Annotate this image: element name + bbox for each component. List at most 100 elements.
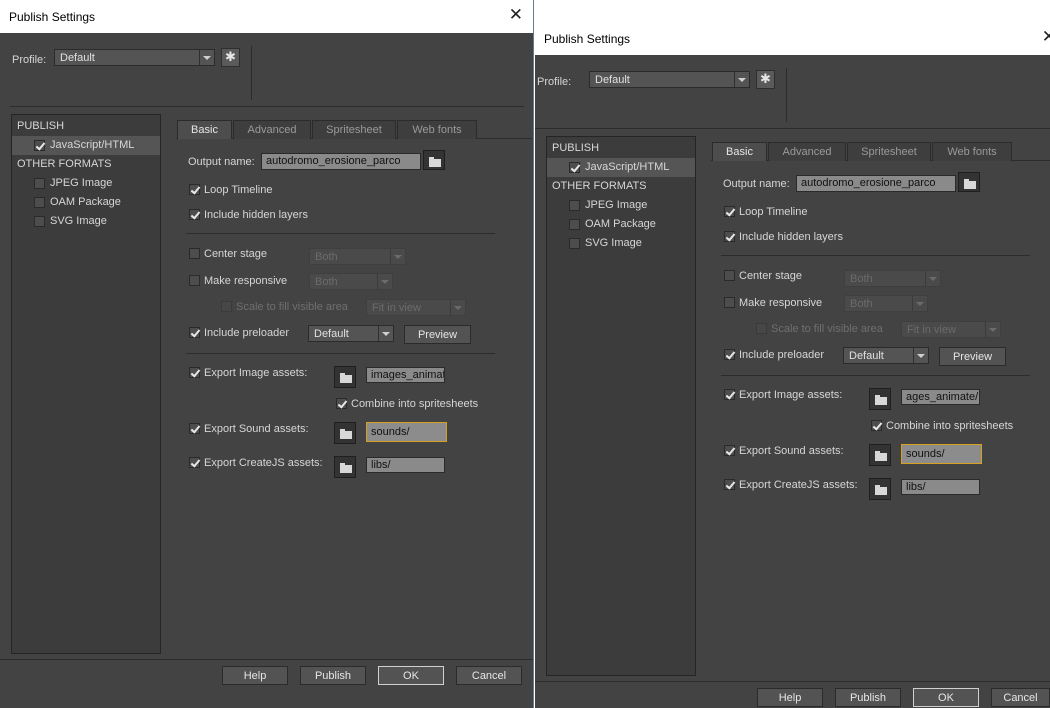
preview-button[interactable]: Preview [939,347,1006,366]
center-stage-label: Center stage [739,270,802,282]
combine-checkbox[interactable] [336,398,347,409]
center-stage-select[interactable]: Both [309,248,406,265]
export-createjs-checkbox[interactable] [724,479,735,490]
make-responsive-select[interactable]: Both [309,273,393,290]
checkbox[interactable] [569,162,580,173]
ok-button[interactable]: OK [913,688,979,707]
publish-button[interactable]: Publish [300,666,366,685]
tab-advanced[interactable]: Advanced [768,142,846,161]
image-path-input[interactable]: images_animate [366,367,445,383]
divider [251,46,252,100]
export-sound-checkbox[interactable] [189,423,200,434]
preview-button[interactable]: Preview [404,325,471,344]
dialog-title: Publish Settings [9,10,96,24]
tab-basic[interactable]: Basic [177,120,232,139]
publish-settings-dialog-2: Publish Settings ✕ Profile: Default PUBL… [535,22,1050,708]
output-name-label: Output name: [188,156,255,168]
center-stage-checkbox[interactable] [189,248,200,259]
scale-fill-select[interactable]: Fit in view [366,299,466,316]
gear-icon[interactable] [221,48,240,67]
createjs-path-input[interactable]: libs/ [901,479,980,495]
output-name-input[interactable]: autodromo_erosione_parco [796,175,956,192]
cancel-button[interactable]: Cancel [991,688,1050,707]
folder-icon[interactable] [869,478,891,500]
tab-web-fonts[interactable]: Web fonts [397,120,477,139]
sidebar-item-svg[interactable]: SVG Image [547,234,695,253]
make-responsive-select[interactable]: Both [844,295,928,312]
loop-timeline-checkbox[interactable] [189,184,200,195]
checkbox[interactable] [34,216,45,227]
createjs-path-input[interactable]: libs/ [366,457,445,473]
center-stage-select[interactable]: Both [844,270,941,287]
include-hidden-checkbox[interactable] [724,231,735,242]
other-formats-header: OTHER FORMATS [17,158,112,170]
tab-spritesheet[interactable]: Spritesheet [312,120,396,139]
checkbox[interactable] [569,238,580,249]
cancel-button[interactable]: Cancel [456,666,522,685]
sidebar-item-svg[interactable]: SVG Image [12,212,160,231]
divider [186,233,495,234]
checkbox[interactable] [569,200,580,211]
sidebar-item-oam[interactable]: OAM Package [547,215,695,234]
sidebar-item-javascript-html[interactable]: JavaScript/HTML [12,136,160,155]
include-preloader-label: Include preloader [739,349,825,361]
sidebar-item-oam[interactable]: OAM Package [12,193,160,212]
image-path-input[interactable]: ages_animate/ [901,389,980,405]
preloader-select[interactable]: Default [843,347,929,364]
export-sound-label: Export Sound assets: [739,445,844,457]
folder-icon[interactable] [958,172,980,192]
sidebar-item-jpeg[interactable]: JPEG Image [547,196,695,215]
tab-web-fonts[interactable]: Web fonts [932,142,1012,161]
checkbox[interactable] [34,140,45,151]
folder-icon[interactable] [334,422,356,444]
export-createjs-checkbox[interactable] [189,457,200,468]
scale-fill-select[interactable]: Fit in view [901,321,1001,338]
ok-button[interactable]: OK [378,666,444,685]
gear-icon[interactable] [756,70,775,89]
checkbox[interactable] [569,219,580,230]
include-preloader-label: Include preloader [204,327,290,339]
folder-icon[interactable] [423,150,445,170]
close-icon[interactable]: ✕ [1042,27,1050,47]
profile-select[interactable]: Default [589,71,750,88]
publish-button[interactable]: Publish [835,688,901,707]
checkbox[interactable] [34,178,45,189]
tab-basic[interactable]: Basic [712,142,767,161]
export-image-checkbox[interactable] [724,389,735,400]
profile-select[interactable]: Default [54,49,215,66]
preloader-select[interactable]: Default [308,325,394,342]
include-preloader-checkbox[interactable] [189,327,200,338]
make-responsive-checkbox[interactable] [724,297,735,308]
include-hidden-checkbox[interactable] [189,209,200,220]
chevron-down-icon [450,300,465,315]
export-sound-checkbox[interactable] [724,445,735,456]
combine-checkbox[interactable] [871,420,882,431]
tab-advanced[interactable]: Advanced [233,120,311,139]
help-button[interactable]: Help [757,688,823,707]
sidebar-item-jpeg[interactable]: JPEG Image [12,174,160,193]
center-stage-checkbox[interactable] [724,270,735,281]
scale-fill-checkbox[interactable] [221,301,232,312]
footer-divider [0,659,533,660]
divider [535,128,1050,129]
sound-path-input[interactable]: sounds/ [366,422,447,442]
folder-icon[interactable] [334,366,356,388]
loop-timeline-checkbox[interactable] [724,206,735,217]
include-preloader-checkbox[interactable] [724,349,735,360]
folder-icon[interactable] [869,444,891,466]
tab-spritesheet[interactable]: Spritesheet [847,142,931,161]
close-icon[interactable]: ✕ [509,5,523,25]
output-name-input[interactable]: autodromo_erosione_parco [261,153,421,170]
format-list: PUBLISH JavaScript/HTML OTHER FORMATS JP… [546,136,696,676]
sound-path-input[interactable]: sounds/ [901,444,982,464]
folder-icon[interactable] [869,388,891,410]
help-button[interactable]: Help [222,666,288,685]
export-image-checkbox[interactable] [189,367,200,378]
scale-fill-checkbox[interactable] [756,323,767,334]
make-responsive-checkbox[interactable] [189,275,200,286]
footer-divider [535,681,1050,682]
folder-icon[interactable] [334,456,356,478]
checkbox[interactable] [34,197,45,208]
chevron-down-icon [377,274,392,289]
sidebar-item-javascript-html[interactable]: JavaScript/HTML [547,158,695,177]
